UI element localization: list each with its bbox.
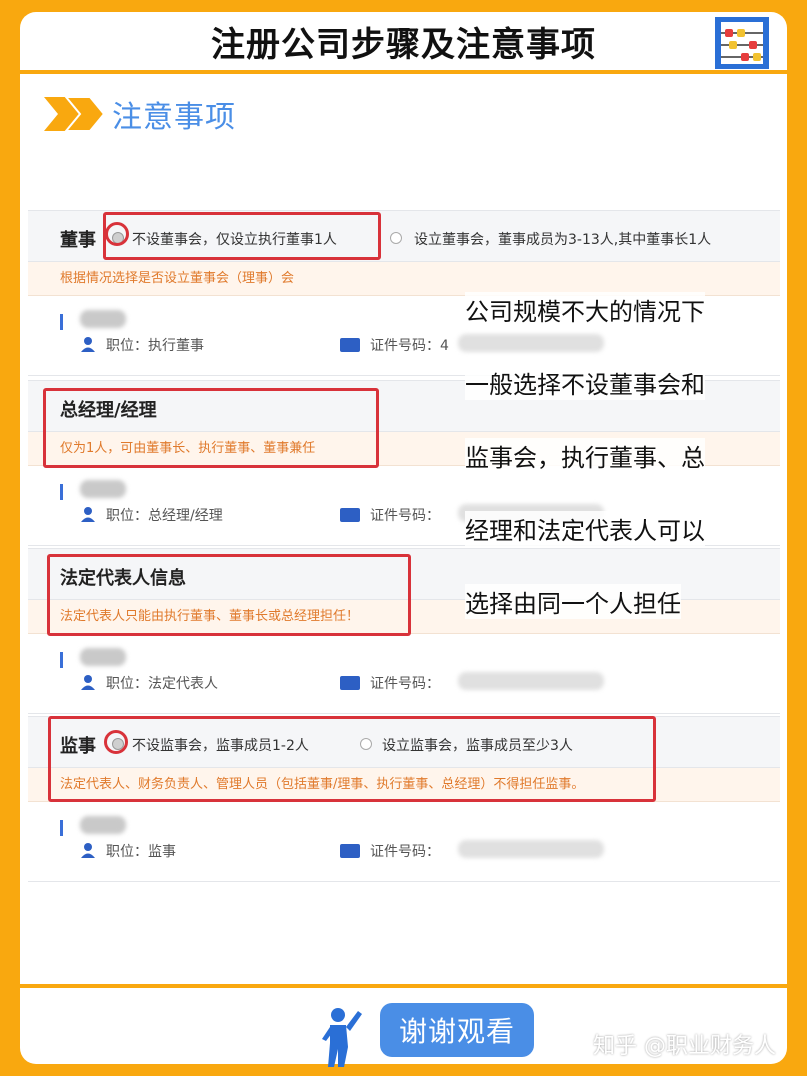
name-blurred bbox=[80, 480, 126, 498]
directors-note: 根据情况选择是否设立董事会（理事）会 bbox=[28, 262, 780, 296]
name-blurred bbox=[80, 816, 126, 834]
supervisor-id-label: 证件号码： bbox=[370, 844, 440, 860]
person-icon bbox=[81, 675, 95, 690]
manager-id-label: 证件号码： bbox=[370, 508, 440, 524]
section-header: 注意事项 bbox=[44, 92, 236, 136]
thanks-button[interactable]: 谢谢观看 bbox=[380, 1003, 534, 1057]
directors-label: 董事 bbox=[60, 230, 96, 251]
page-title: 注册公司步骤及注意事项 bbox=[211, 24, 596, 65]
legal-rep-id-label: 证件号码： bbox=[370, 676, 440, 692]
name-marker bbox=[60, 820, 63, 836]
highlight-box bbox=[103, 212, 381, 260]
footer-divider bbox=[20, 984, 787, 988]
legal-rep-info-row: 职位：法定代表人 证件号码： bbox=[28, 634, 780, 714]
explanation-line-3: 监事会，执行董事、总 bbox=[465, 438, 705, 473]
directors-option2-radio[interactable] bbox=[390, 232, 402, 244]
double-arrow-icon bbox=[44, 96, 106, 132]
name-blurred bbox=[80, 648, 126, 666]
person-icon bbox=[81, 337, 95, 352]
highlight-box bbox=[43, 388, 379, 468]
person-icon bbox=[81, 507, 95, 522]
explanation-line-1: 公司规模不大的情况下 bbox=[465, 292, 705, 327]
section-label: 注意事项 bbox=[112, 100, 236, 135]
id-blurred bbox=[458, 840, 604, 858]
directors-position: 职位：执行董事 bbox=[106, 338, 204, 354]
name-blurred bbox=[80, 310, 126, 328]
directors-option2-text: 设立董事会，董事成员为3-13人,其中董事长1人 bbox=[414, 232, 712, 248]
name-marker bbox=[60, 652, 63, 668]
manager-position: 职位：总经理/经理 bbox=[106, 508, 223, 524]
explanation-line-2: 一般选择不设董事会和 bbox=[465, 365, 705, 400]
id-card-icon bbox=[340, 844, 360, 858]
directors-id-label: 证件号码：4 bbox=[370, 338, 449, 354]
highlight-circle bbox=[105, 222, 129, 246]
id-blurred bbox=[458, 672, 604, 690]
abacus-icon bbox=[715, 17, 769, 69]
supervisor-info-row: 职位：监事 证件号码： bbox=[28, 802, 780, 882]
id-blurred bbox=[458, 334, 604, 352]
highlight-circle bbox=[104, 730, 128, 754]
highlight-box bbox=[48, 716, 656, 802]
name-marker bbox=[60, 484, 63, 500]
watermark: 知乎 @职业财务人 bbox=[593, 1034, 776, 1059]
supervisor-position: 职位：监事 bbox=[106, 844, 176, 860]
title-bar: 注册公司步骤及注意事项 bbox=[20, 12, 787, 74]
id-card-icon bbox=[340, 338, 360, 352]
legal-rep-position: 职位：法定代表人 bbox=[106, 676, 218, 692]
name-marker bbox=[60, 314, 63, 330]
cheering-person-icon bbox=[322, 1008, 362, 1067]
person-icon bbox=[81, 843, 95, 858]
id-card-icon bbox=[340, 508, 360, 522]
explanation-line-5: 选择由同一个人担任 bbox=[465, 584, 681, 619]
id-card-icon bbox=[340, 676, 360, 690]
explanation-line-4: 经理和法定代表人可以 bbox=[465, 511, 705, 546]
highlight-box bbox=[47, 554, 411, 636]
